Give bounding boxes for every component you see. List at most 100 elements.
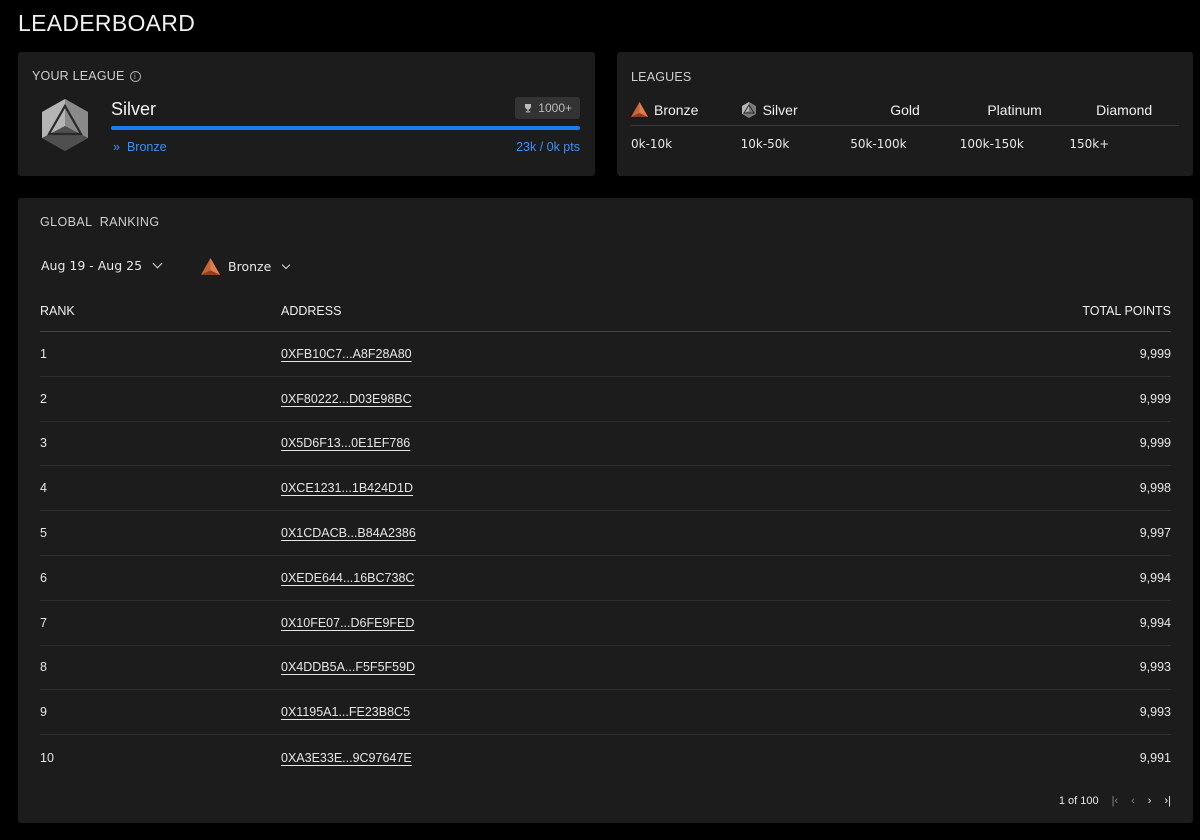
points-cell: 9,994 [1139, 570, 1171, 585]
current-league-name: Silver [111, 99, 157, 119]
pagination-status: 1 of 100 [1058, 795, 1099, 807]
rank-cell: 2 [40, 391, 47, 406]
points-cell: 9,994 [1139, 615, 1171, 630]
league-name-silver: Silver [741, 101, 851, 118]
points-cell: 9,999 [1139, 436, 1171, 451]
points-cell: 9,998 [1139, 481, 1171, 496]
league-filter-dropdown[interactable]: Bronze [201, 258, 291, 275]
address-link[interactable]: 0X10FE07...D6FE9FED [281, 616, 414, 630]
league-range-gold: 50k-100k [850, 137, 907, 151]
first-page-icon[interactable]: |‹ [1112, 795, 1119, 807]
address-cell: 0XFB10C7...A8F28A80 [281, 347, 971, 361]
table-row: 7 0X10FE07...D6FE9FED 9,994 [40, 601, 1171, 646]
ranking-table: RANK ADDRESS TOTAL POINTS 1 0XFB10C7...A8… [40, 291, 1171, 780]
league-range-silver: 10k-50k [740, 137, 790, 151]
league-name-platinum: Platinum [987, 101, 1042, 118]
leagues-label: LEAGUES [631, 70, 692, 84]
address-link[interactable]: 0X1CDACB...B84A2386 [281, 526, 416, 540]
rank-cell: 5 [40, 526, 47, 541]
address-cell: 0X4DDB5A...F5F5F59D [281, 660, 971, 674]
league-name-diamond: Diamond [1096, 101, 1153, 118]
trophy-icon [525, 104, 532, 113]
last-page-icon[interactable]: ›| [1164, 795, 1171, 807]
ranking-table-body: 1 0XFB10C7...A8F28A80 9,999 2 0XF80222...D03… [40, 332, 1171, 780]
column-header-total-points: TOTAL POINTS [1082, 304, 1171, 318]
bronze-badge-icon [201, 258, 220, 275]
points-cell: 9,993 [1139, 705, 1171, 720]
address-link[interactable]: 0XFB10C7...A8F28A80 [281, 347, 412, 361]
table-row: 3 0X5D6F13...0E1EF786 9,999 [40, 422, 1171, 467]
info-icon[interactable]: i [129, 70, 141, 82]
league-filter-value: Bronze [228, 259, 272, 274]
points-cell: 9,991 [1139, 750, 1171, 765]
leagues-card: LEAGUES Bronze Silver Gold Platinum Diam… [617, 52, 1193, 176]
table-row: 9 0X1195A1...FE23B8C5 9,993 [40, 690, 1171, 736]
date-range-dropdown[interactable]: Aug 19 - Aug 25 [41, 258, 163, 273]
address-cell: 0XCE1231...1B424D1D [281, 481, 971, 495]
address-link[interactable]: 0XA3E33E...9C97647E [281, 751, 412, 765]
global-ranking-card: GLOBAL RANKING Aug 19 - Aug 25 Bronze RA… [18, 198, 1193, 823]
table-row: 1 0XFB10C7...A8F28A80 9,999 [40, 332, 1171, 377]
address-link[interactable]: 0XF80222...D03E98BC [281, 392, 412, 406]
address-cell: 0XEDE644...16BC738C [281, 571, 971, 585]
address-cell: 0XA3E33E...9C97647E [281, 751, 971, 765]
address-cell: 0X1195A1...FE23B8C5 [281, 705, 971, 719]
rank-cell: 10 [40, 750, 54, 765]
points-cell: 9,999 [1139, 346, 1171, 361]
column-header-address: ADDRESS [281, 304, 342, 318]
points-cell: 9,997 [1139, 526, 1171, 541]
double-chevron-right-icon: » [113, 140, 120, 154]
trophy-count-badge: 1000+ [515, 97, 580, 119]
previous-page-icon[interactable]: ‹ [1131, 795, 1135, 807]
pagination: 1 of 100 |‹ ‹ › ›| [1059, 795, 1171, 807]
rank-cell: 9 [40, 705, 47, 720]
table-row: 5 0X1CDACB...B84A2386 9,997 [40, 511, 1171, 556]
points-cell: 9,999 [1139, 391, 1171, 406]
previous-league-name: Bronze [126, 140, 167, 154]
table-row: 10 0XA3E33E...9C97647E 9,991 [40, 735, 1171, 780]
your-league-card: YOUR LEAGUE i Silver 1000+ » Bronze 23k … [18, 52, 595, 176]
league-range-platinum: 100k-150k [959, 137, 1024, 151]
league-progress-bar [111, 126, 580, 130]
table-row: 2 0XF80222...D03E98BC 9,999 [40, 377, 1171, 422]
trophy-count: 1000+ [538, 101, 572, 115]
league-name-gold: Gold [890, 101, 920, 118]
league-progress-fill [111, 126, 580, 130]
rank-cell: 3 [40, 436, 47, 451]
league-range-diamond: 150k+ [1069, 137, 1110, 151]
address-cell: 0XF80222...D03E98BC [281, 392, 971, 406]
address-cell: 0X5D6F13...0E1EF786 [281, 436, 971, 450]
table-row: 8 0X4DDB5A...F5F5F59D 9,993 [40, 646, 1171, 691]
leagues-header-row: Bronze Silver Gold Platinum Diamond [631, 98, 1179, 126]
address-cell: 0X1CDACB...B84A2386 [281, 526, 971, 540]
rank-cell: 7 [40, 615, 47, 630]
league-name-bronze: Bronze [631, 102, 741, 118]
league-range-bronze: 0k-10k [631, 137, 673, 151]
table-row: 4 0XCE1231...1B424D1D 9,998 [40, 466, 1171, 512]
silver-badge-icon [42, 99, 88, 151]
address-link[interactable]: 0X4DDB5A...F5F5F59D [281, 660, 415, 674]
next-page-icon[interactable]: › [1148, 795, 1152, 807]
ranking-table-header: RANK ADDRESS TOTAL POINTS [40, 291, 1171, 332]
rank-cell: 1 [40, 346, 47, 361]
silver-badge-icon [741, 101, 756, 118]
points-cell: 9,993 [1139, 660, 1171, 675]
your-league-label: YOUR LEAGUE [32, 69, 125, 83]
page-title: LEADERBOARD [18, 10, 196, 36]
global-ranking-label: GLOBAL RANKING [40, 215, 160, 229]
address-link[interactable]: 0XCE1231...1B424D1D [281, 481, 413, 495]
rank-cell: 8 [40, 660, 47, 675]
league-points-text: 23k / 0k pts [516, 140, 580, 154]
address-cell: 0X10FE07...D6FE9FED [281, 616, 971, 630]
previous-league-link[interactable]: » Bronze [113, 140, 167, 154]
chevron-down-icon [282, 260, 291, 269]
address-link[interactable]: 0X1195A1...FE23B8C5 [281, 705, 410, 719]
address-link[interactable]: 0X5D6F13...0E1EF786 [281, 436, 410, 450]
leagues-range-row: 0k-10k 10k-50k 50k-100k 100k-150k 150k+ [631, 126, 1179, 162]
your-league-header: YOUR LEAGUE i [32, 69, 141, 83]
address-link[interactable]: 0XEDE644...16BC738C [281, 571, 414, 585]
table-row: 6 0XEDE644...16BC738C 9,994 [40, 556, 1171, 601]
rank-cell: 4 [40, 481, 47, 496]
chevron-down-icon [152, 258, 163, 269]
leagues-table: Bronze Silver Gold Platinum Diamond 0k-1… [631, 98, 1179, 162]
